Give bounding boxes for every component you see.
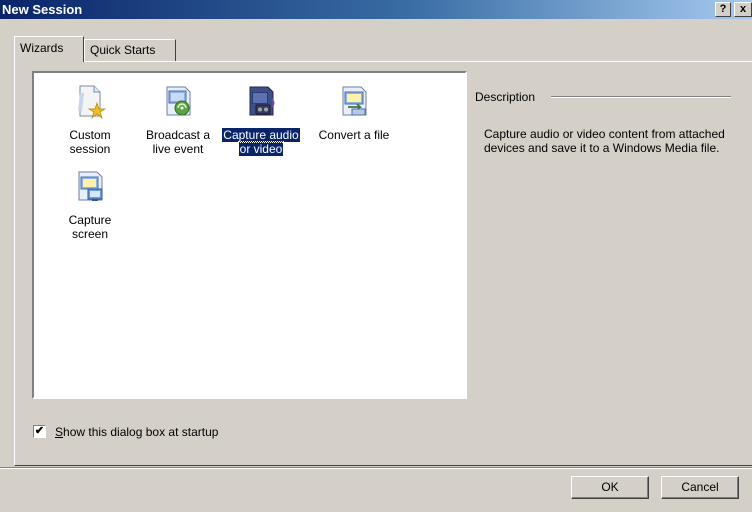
wizard-item-capture-screen[interactable]: Capture screen xyxy=(46,168,134,241)
capture-audio-video-icon xyxy=(249,86,275,116)
ok-button[interactable]: OK xyxy=(571,476,649,499)
description-text: Capture audio or video content from atta… xyxy=(484,127,725,155)
description-divider xyxy=(551,96,731,98)
wizard-label: Convert a file xyxy=(318,128,390,142)
wizard-list[interactable]: Custom session Broadcast a live event Ca… xyxy=(32,71,467,399)
bottom-separator xyxy=(0,467,752,469)
wizard-label: Broadcast a live event xyxy=(145,128,211,156)
wizard-label: Capture screen xyxy=(68,213,112,241)
wizard-item-custom-session[interactable]: Custom session xyxy=(46,83,134,156)
tab-wizards[interactable]: Wizards xyxy=(14,36,84,62)
close-button[interactable]: x xyxy=(734,2,752,17)
wizard-item-broadcast-live-event[interactable]: Broadcast a live event xyxy=(134,83,222,156)
capture-screen-icon xyxy=(78,171,103,201)
window-title: New Session xyxy=(2,2,83,17)
tab-quick-starts[interactable]: Quick Starts xyxy=(84,39,176,61)
help-button[interactable]: ? xyxy=(715,2,731,17)
wizard-label: Capture audio or video xyxy=(221,127,301,157)
cancel-button[interactable]: Cancel xyxy=(661,476,739,499)
wizard-label: Custom session xyxy=(69,128,111,156)
custom-session-icon xyxy=(78,85,107,119)
title-bar: New Session ? x xyxy=(0,0,752,19)
broadcast-icon xyxy=(166,86,191,116)
wizard-item-convert-file[interactable]: Convert a file xyxy=(310,83,398,155)
convert-file-icon xyxy=(342,86,367,116)
show-at-startup-label[interactable]: Show this dialog box at startup xyxy=(55,425,218,439)
show-at-startup-checkbox[interactable]: ✔ xyxy=(33,425,46,438)
wizard-item-capture-audio-video[interactable]: Capture audio or video xyxy=(217,83,305,157)
